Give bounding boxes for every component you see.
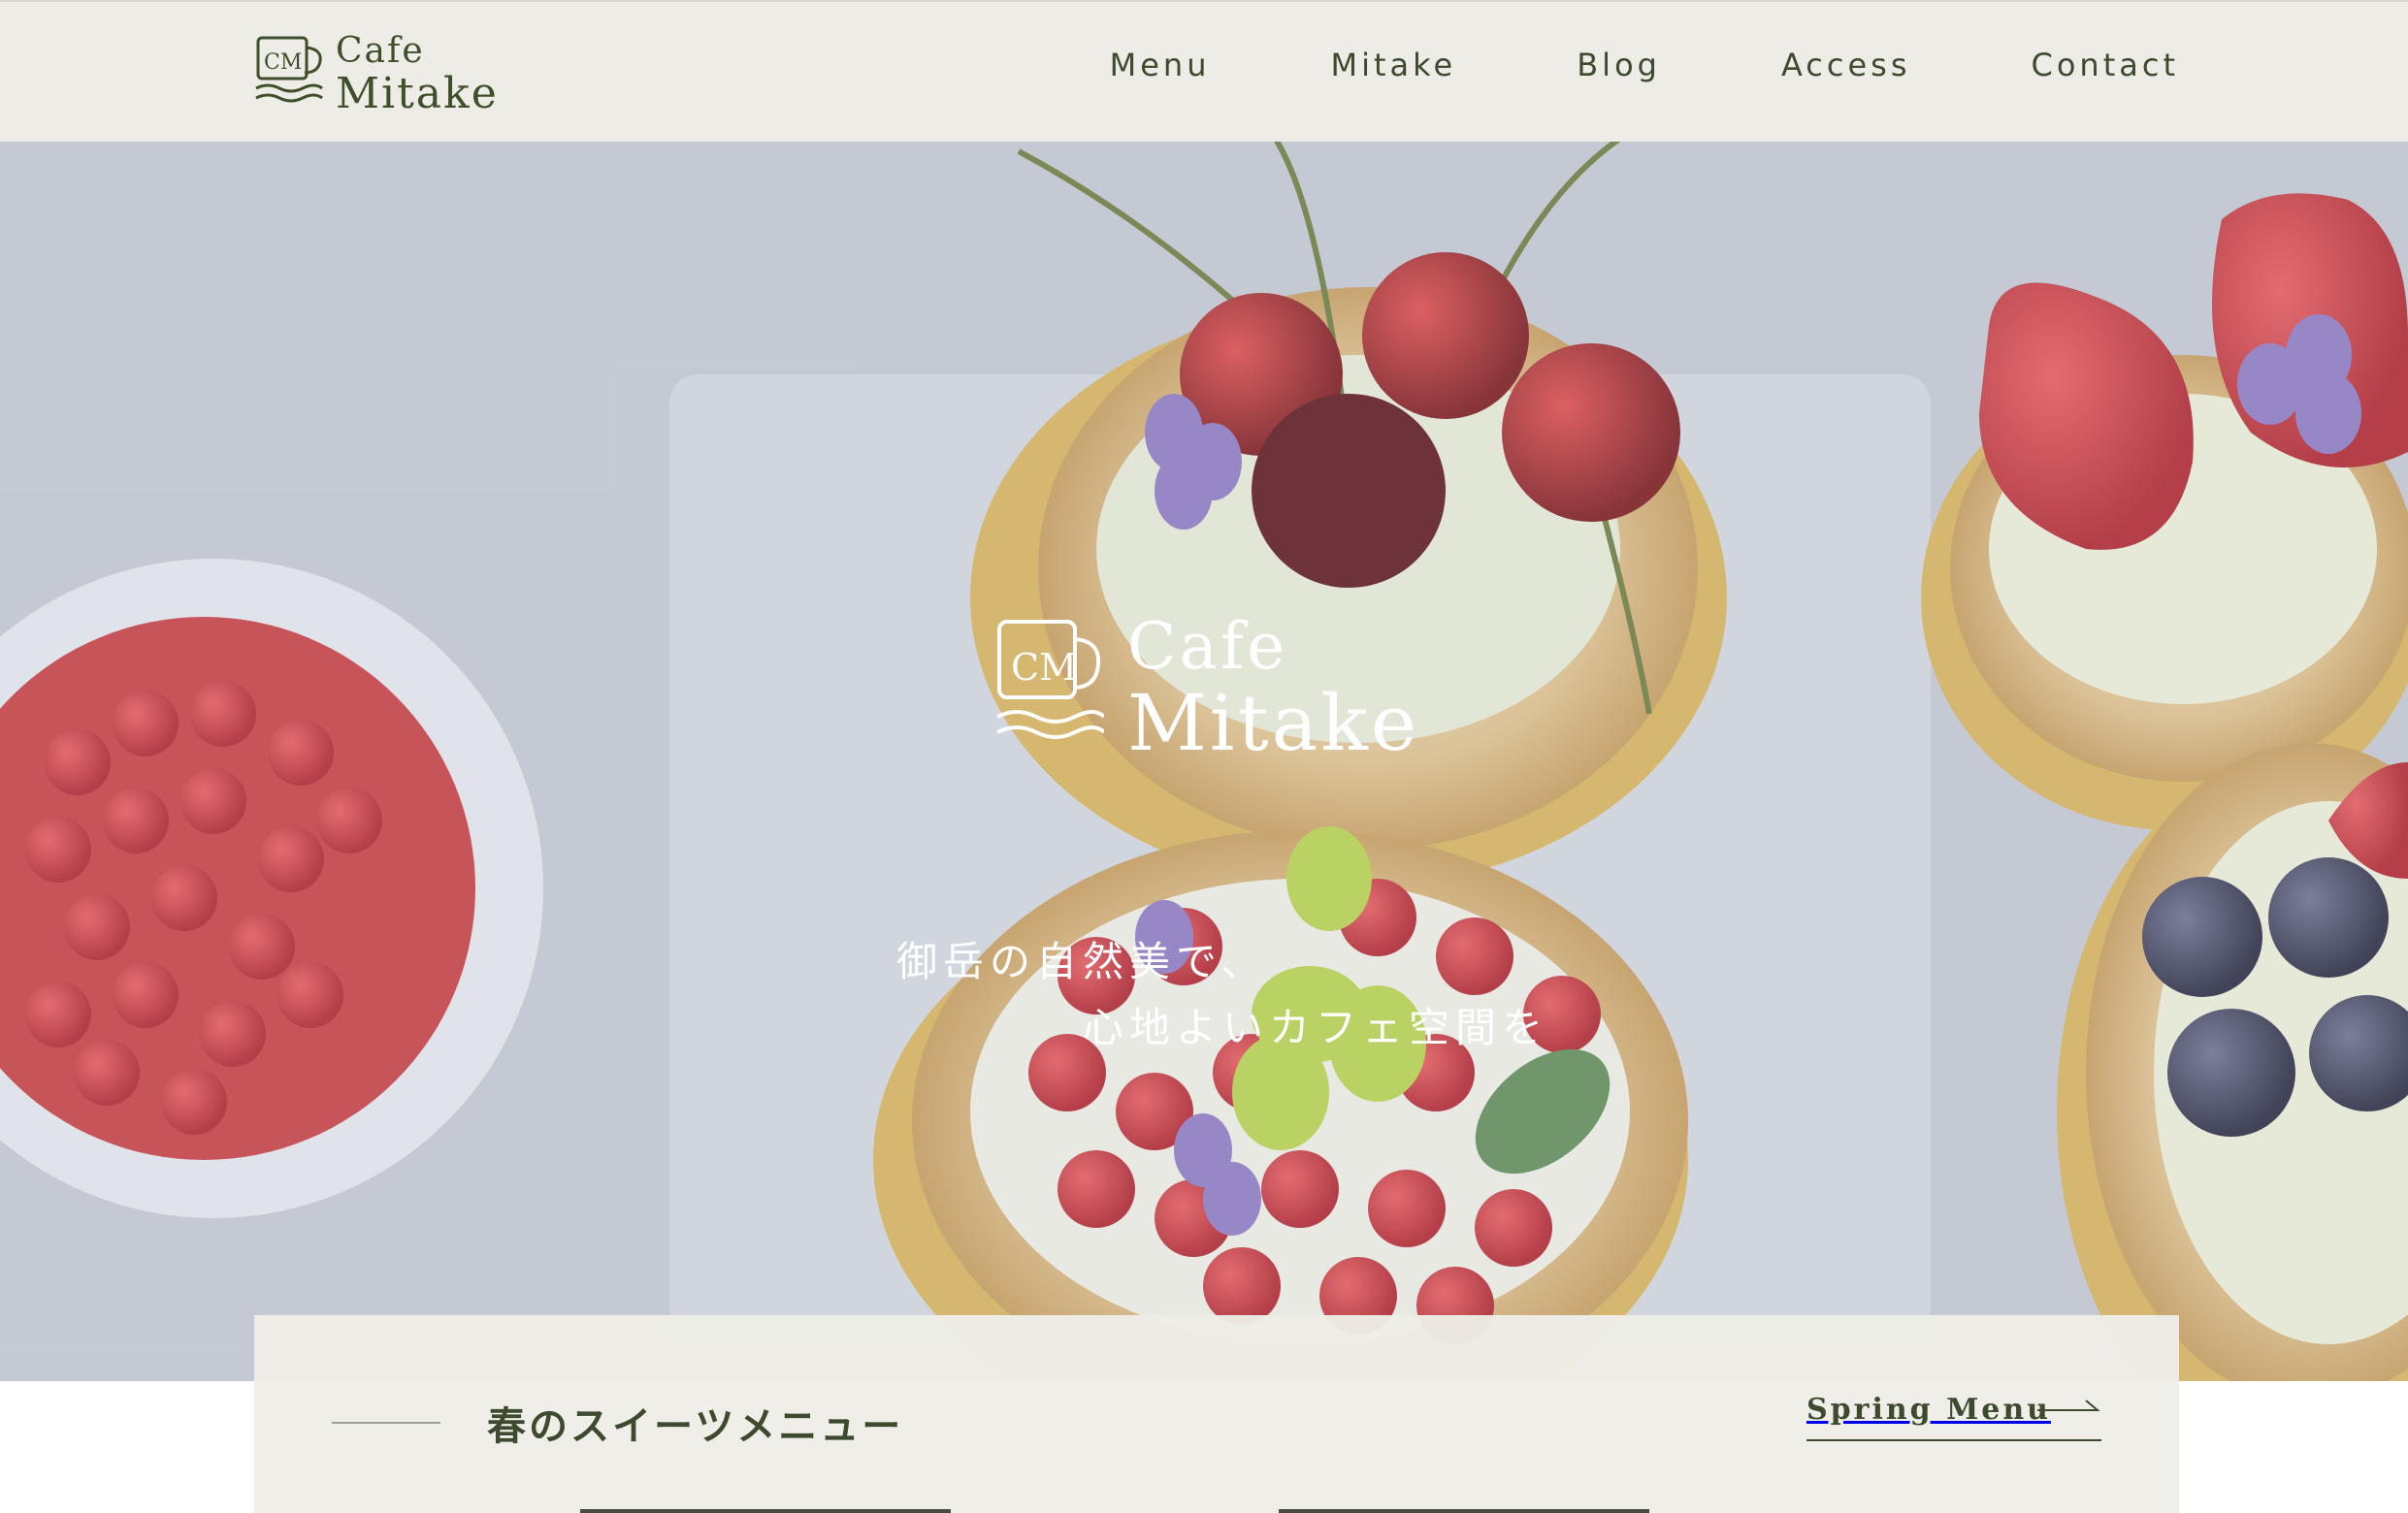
nav-item-blog[interactable]: Blog [1577, 47, 1661, 83]
hero-tagline-line2: 心地よいカフェ空間を [1083, 1004, 1549, 1051]
menu-thumbnail[interactable] [1279, 1509, 1649, 1513]
nav-item-menu[interactable]: Menu [1110, 47, 1211, 83]
spring-menu-link-label: Spring Menu [1806, 1393, 2051, 1427]
nav-item-contact[interactable]: Contact [2032, 47, 2180, 83]
nav-item-access[interactable]: Access [1781, 47, 1911, 83]
nav-item-mitake[interactable]: Mitake [1330, 47, 1456, 83]
cup-logo-icon: CM [996, 620, 1104, 739]
arrow-right-icon [2037, 1400, 2100, 1411]
hero-logo-mitake: Mitake [1127, 678, 1420, 768]
menu-thumbnail[interactable] [580, 1509, 951, 1513]
spring-menu-card: 春のスイーツメニュー Spring Menu [254, 1315, 2179, 1513]
hero-logo: CM Cafe Mitake [995, 613, 1451, 764]
svg-text:CM: CM [264, 50, 302, 75]
site-logo[interactable]: CM Cafe Mitake [254, 33, 506, 116]
main-nav: Menu Mitake Blog Access Contact [990, 47, 2179, 83]
section-title: 春のスイーツメニュー [487, 1403, 904, 1449]
hero-tagline-line1: 御岳の自然美で、 [896, 938, 1268, 985]
svg-text:CM: CM [1011, 646, 1077, 689]
site-header: CM Cafe Mitake Menu Mitake Blog Access C… [0, 0, 2408, 142]
logo-text-cafe: Cafe [336, 31, 425, 71]
logo-text-mitake: Mitake [336, 69, 499, 118]
cup-logo-icon: CM [255, 36, 323, 103]
spring-menu-link[interactable]: Spring Menu [1806, 1393, 2101, 1441]
hero-section: CM Cafe Mitake 御岳の自然美で、 心地よいカフェ空間を [0, 142, 2408, 1381]
section-divider [332, 1422, 440, 1424]
hero-logo-cafe: Cafe [1127, 609, 1288, 684]
